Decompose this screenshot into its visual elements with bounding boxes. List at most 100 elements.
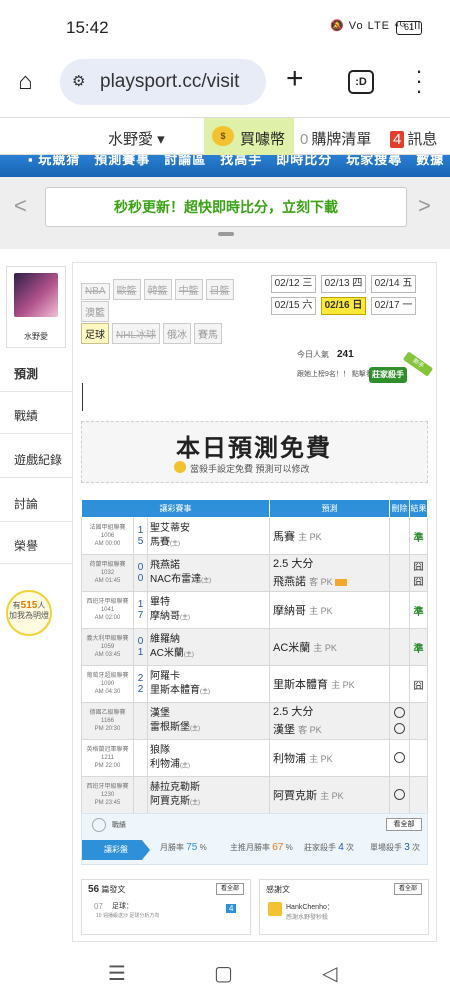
home-marker: (主) [180, 614, 190, 621]
messages-label: 訊息 [407, 131, 438, 148]
address-bar[interactable]: ⚙ playsport.cc/visit [60, 59, 266, 105]
posts-more-button[interactable]: 看全部 [216, 883, 244, 895]
rank-link[interactable]: 跟她上榜9名！！ 點擊看 [297, 369, 373, 379]
back-icon[interactable]: ◁ [322, 961, 337, 986]
banner: < 秒秒更新！超快即時比分，立刻下載 > [0, 177, 450, 249]
stat-single: 單場殺手 3 次 [370, 842, 420, 853]
date-tab[interactable]: 02/12 三 [271, 275, 316, 293]
post-title[interactable]: 足球： [112, 901, 133, 911]
date-tab[interactable]: 02/13 四 [321, 275, 366, 293]
game-time: AM 00:00 [94, 541, 121, 547]
stat-unit: % [285, 843, 293, 852]
messages-button[interactable]: 4 訊息 [390, 128, 437, 149]
date-tab[interactable]: 02/14 五 [371, 275, 416, 293]
light-bulb-button[interactable]: 有515人 加我為明燈 [6, 590, 52, 636]
delete-toggle[interactable] [390, 706, 409, 720]
result-label: 準 [413, 606, 424, 618]
banner-next-icon[interactable]: > [418, 193, 431, 219]
score-home: 2 [137, 684, 144, 695]
user-menu[interactable]: 水野愛 ▾ [108, 128, 165, 149]
sidebar-item-predict[interactable]: 預測 [0, 356, 72, 392]
pick-team: 利物浦 [273, 753, 306, 765]
thanks-more-button[interactable]: 看全部 [394, 883, 422, 895]
stat-value: 3 [404, 842, 410, 853]
score-cell [133, 739, 148, 777]
table-row: 法國甲組聯賽 1006 AM 00:00 1 5 聖艾蒂安 馬賽(主) 馬賽 主 PK 準 [81, 517, 428, 555]
pick-team: 摩納哥 [273, 605, 306, 617]
table-row: 義大利甲級聯賽 1059 AM 03:45 0 1 維羅納 AC米蘭(主) AC米蘭 主 PK… [81, 628, 428, 666]
url-text[interactable]: playsport.cc/visit [100, 71, 239, 93]
league-tab[interactable]: 歐籃 [112, 279, 141, 300]
sidebar-item-discuss[interactable]: 討論 [0, 486, 72, 522]
league-tab[interactable]: 賽馬 [194, 323, 223, 344]
score-away: 0 [137, 636, 144, 647]
score-cell: 15 [133, 517, 148, 555]
league-tab[interactable]: NHL冰球 [112, 323, 161, 344]
delete-toggle[interactable] [390, 788, 409, 802]
date-tab[interactable]: 02/17 一 [371, 297, 416, 315]
more-menu-icon[interactable]: · · · [413, 60, 425, 102]
cart-button[interactable]: 0 購牌清單 [300, 128, 371, 149]
coin-icon: $ [212, 126, 234, 146]
main-nav-items[interactable]: ▪ 玩競猜 預測賽事 討論區 找高手 即時比分 玩家搜尋 數據 [28, 155, 444, 168]
team-away: 赫拉克勒斯 [150, 781, 200, 793]
stat-label: 單場殺手 [370, 843, 402, 852]
home-icon[interactable]: ⌂ [18, 68, 33, 96]
prediction-pick: AC米蘭 主 PK [270, 639, 389, 655]
sidebar-item-honor[interactable]: 榮譽 [0, 528, 72, 564]
league-tab[interactable]: 韓籃 [143, 279, 172, 300]
team-home: AC米蘭 [150, 647, 184, 659]
stat-value: 67 [272, 842, 284, 853]
site-settings-icon[interactable]: ⚙ [72, 72, 85, 90]
sidebar-item-record[interactable]: 戰績 [0, 398, 72, 434]
post-badge: 4 [226, 904, 237, 913]
posts-label: 篇發文 [101, 885, 126, 894]
result-cell: 準 [409, 591, 428, 629]
league-tab[interactable]: 中籃 [174, 279, 203, 300]
score-cell [133, 776, 148, 814]
recent-apps-icon[interactable]: ☰ [108, 961, 126, 986]
game-time: PM 23:45 [94, 800, 121, 806]
tab-switcher-button[interactable]: :D [348, 70, 374, 94]
pick-type: 主 PK [331, 680, 355, 690]
battery-icon: 61 [396, 21, 422, 35]
result-cell [409, 776, 428, 814]
badge-ribbon: 莊家殺手 [369, 367, 407, 383]
league-name: 英格蘭冠軍聯賽 [86, 747, 129, 753]
home-button-icon[interactable]: ▢ [214, 961, 233, 986]
new-tab-icon[interactable]: + [286, 62, 304, 96]
thanks-author[interactable]: HankChenho： [286, 902, 334, 912]
free-prediction-title: 本日預測免費 [176, 435, 332, 462]
main-nav: ▪ 玩競猜 預測賽事 討論區 找高手 即時比分 玩家搜尋 數據 [0, 155, 450, 177]
date-tab[interactable]: 02/15 六 [271, 297, 316, 315]
sidebar-item-games[interactable]: 遊戲紀錄 [0, 442, 72, 478]
today-popularity: 今日人氣 241 [297, 349, 354, 360]
pick-team: AC米蘭 [273, 642, 311, 654]
pick-type: 主 PK [309, 606, 333, 616]
badge-ribbon-2: 新手 [402, 351, 434, 377]
league-tab[interactable]: 日籃 [205, 279, 234, 300]
league-cell: 義大利甲級聯賽 1059 AM 03:45 [81, 628, 134, 666]
league-tab[interactable]: NBA [81, 283, 110, 300]
game-code: 1211 [101, 755, 114, 761]
date-tab-selected[interactable]: 02/16 日 [321, 297, 366, 315]
profile-card[interactable]: 水野愛 [6, 266, 66, 348]
stats-more-button[interactable]: 看全部 [386, 818, 422, 831]
banner-prev-icon[interactable]: < [14, 193, 27, 219]
buy-coin-button[interactable]: $ 買噱幣 [204, 118, 294, 155]
league-tab[interactable]: 俄冰 [163, 323, 192, 344]
buy-coin-label: 買噱幣 [240, 131, 286, 148]
delete-toggle[interactable] [390, 722, 409, 736]
league-tab[interactable]: 澳籃 [81, 301, 109, 322]
delete-toggle[interactable] [390, 751, 409, 765]
game-time: PM 20:30 [94, 726, 121, 732]
league-tab-selected[interactable]: 足球 [81, 323, 109, 344]
team-away: 聖艾蒂安 [150, 522, 190, 534]
banner-pager [218, 232, 234, 236]
stats-title: 戰績 [112, 822, 126, 829]
teams-cell: 聖艾蒂安 馬賽(主) [147, 517, 270, 555]
table-row: 西班牙甲級聯賽 1041 AM 02:00 1 7 畢特 摩納哥(主) 摩納哥 主 PK 準 [81, 591, 428, 629]
banner-ad[interactable]: 秒秒更新！超快即時比分，立刻下載 [45, 187, 407, 227]
col-result: 結果 [409, 499, 428, 518]
stat-value: 75 [186, 842, 198, 853]
